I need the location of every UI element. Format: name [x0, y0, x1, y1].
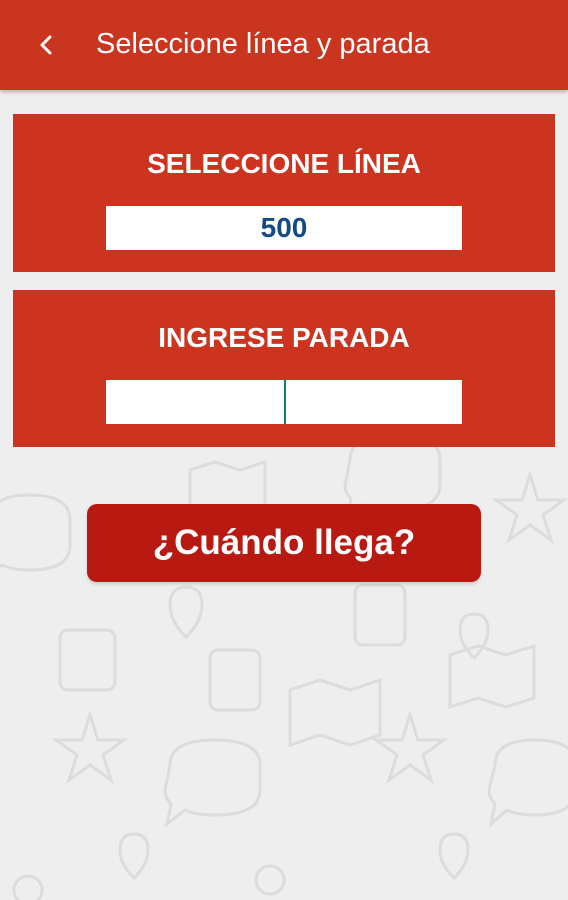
speech-bubble-icon — [163, 738, 262, 828]
bus-icon — [353, 583, 407, 647]
page-title: Seleccione línea y parada — [96, 28, 430, 60]
location-pin-icon — [438, 832, 470, 881]
star-icon — [491, 470, 568, 544]
bus-icon — [208, 648, 262, 712]
line-selector-panel: SELECCIONE LÍNEA 500 — [13, 114, 555, 272]
line-select-field[interactable]: 500 — [106, 206, 462, 250]
stop-input-panel: INGRESE PARADA — [13, 290, 555, 447]
when-arrives-button[interactable]: ¿Cuándo llega? — [87, 504, 481, 582]
map-icon — [288, 677, 382, 748]
stop-input-label: INGRESE PARADA — [158, 322, 410, 353]
circle-icon — [12, 874, 44, 900]
circle-icon — [254, 864, 286, 896]
map-icon — [448, 643, 536, 710]
speech-bubble-icon — [487, 738, 568, 829]
stop-input-field[interactable] — [106, 380, 462, 424]
line-selector-label: SELECCIONE LÍNEA — [147, 148, 421, 179]
back-button[interactable] — [24, 23, 68, 67]
text-cursor — [284, 380, 286, 424]
app-bar: Seleccione línea y parada — [0, 0, 568, 90]
location-pin-icon — [168, 585, 204, 640]
star-icon — [51, 710, 129, 784]
chevron-left-icon — [40, 35, 52, 55]
star-icon — [371, 710, 449, 784]
location-pin-icon — [118, 832, 150, 881]
speech-bubble-icon — [0, 493, 72, 572]
bus-icon — [58, 628, 117, 692]
